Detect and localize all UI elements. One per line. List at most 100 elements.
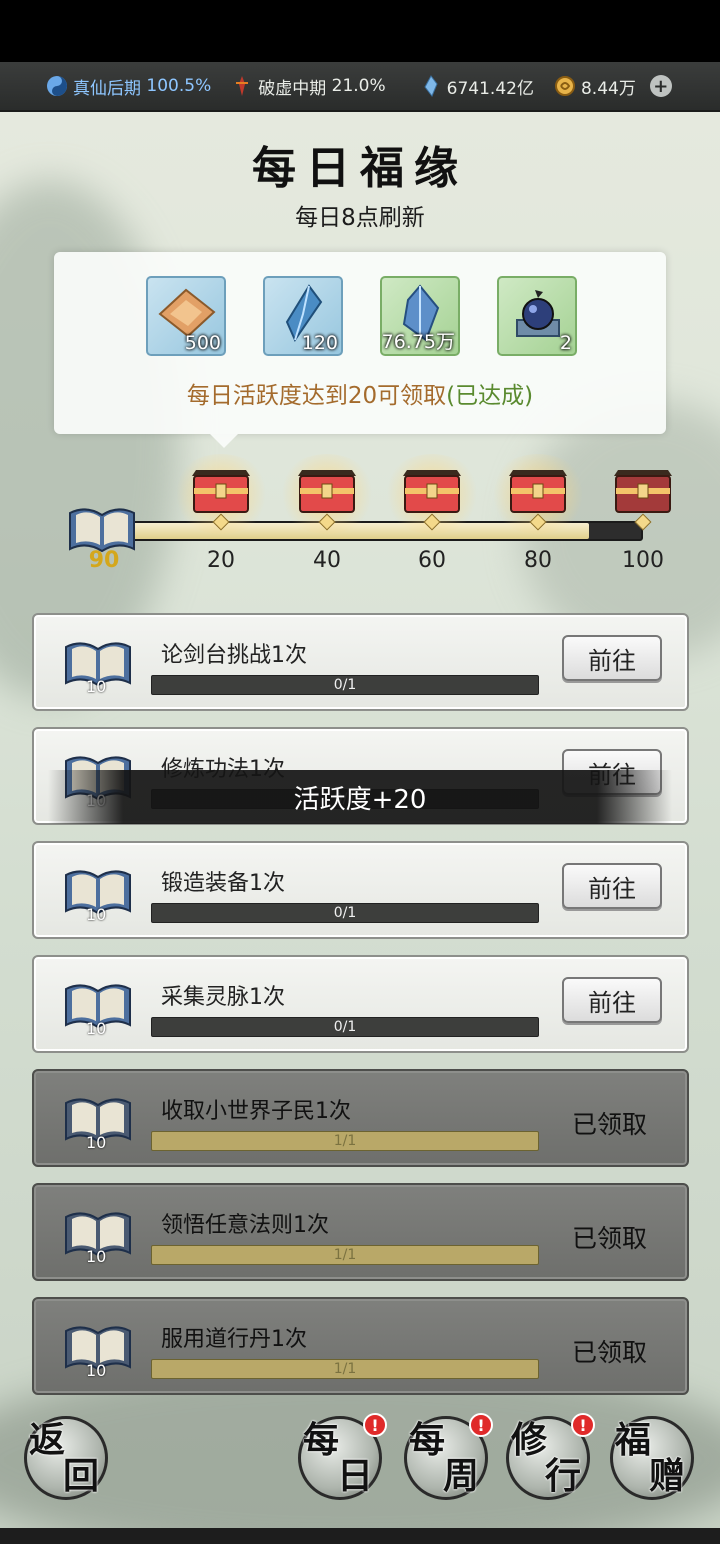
practice-char-1: 修 xyxy=(511,1419,548,1461)
page-title: 每日福缘 xyxy=(252,143,468,194)
task-points: 10 xyxy=(86,1133,107,1152)
task-row: 10 领悟任意法则1次 1/1 已领取 xyxy=(32,1183,689,1281)
gold-amount: 8.44万 xyxy=(580,78,636,99)
task-points: 10 xyxy=(86,1361,107,1380)
task-go-button[interactable]: 前往 xyxy=(562,977,662,1023)
task-claimed-label: 已领取 xyxy=(572,1338,648,1367)
task-progress-bar: 0/1 xyxy=(151,903,539,923)
reward-count: 120 xyxy=(301,332,338,354)
gold-counter: 8.44万 xyxy=(554,74,636,99)
gift-char-1: 福 xyxy=(615,1419,652,1461)
task-name: 服用道行丹1次 xyxy=(161,1327,307,1352)
milestone-chest-40[interactable] xyxy=(294,466,360,518)
reward-condition-status: (已达成) xyxy=(446,383,534,409)
daily-fortune-screen: 真仙后期 100.5% 破虚中期 21.0% 6741.42亿 8.44万 + … xyxy=(0,0,720,1544)
task-progress-bar: 0/1 xyxy=(151,1017,539,1037)
task-row: 10 采集灵脉1次 0/1 前往 xyxy=(32,955,689,1053)
task-row: 10 服用道行丹1次 1/1 已领取 xyxy=(32,1297,689,1395)
back-char-2: 回 xyxy=(63,1455,100,1497)
tab-weekly[interactable]: 每 周 ! xyxy=(404,1413,493,1500)
reward-preview-panel: 500 120 276.75万 2 每日活跃度达到20可领取(已达成) xyxy=(54,252,666,448)
bottom-nav: 返 回 每 日 ! 每 周 ! 修 行 ! 福 赠 xyxy=(0,1400,720,1544)
task-progress-text: 0/1 xyxy=(333,905,357,921)
task-go-button[interactable]: 前往 xyxy=(562,635,662,681)
gift-char-2: 赠 xyxy=(649,1455,686,1497)
realm1-name: 真仙后期 xyxy=(73,78,141,99)
milestone-chest-60[interactable] xyxy=(399,466,465,518)
task-name: 领悟任意法则1次 xyxy=(161,1213,329,1238)
reward-item-cloth[interactable]: 500 xyxy=(146,276,226,356)
task-points: 10 xyxy=(86,905,107,924)
back-char-1: 返 xyxy=(29,1419,66,1461)
tab-daily[interactable]: 每 日 ! xyxy=(298,1413,387,1500)
milestone-chest-20[interactable] xyxy=(188,466,254,518)
realm-progress-secondary: 破虚中期 21.0% xyxy=(231,74,386,99)
practice-alert-badge: ! xyxy=(571,1413,595,1437)
weekly-char-1: 每 xyxy=(409,1419,446,1461)
task-name: 论剑台挑战1次 xyxy=(161,643,307,668)
milestone-chest-100[interactable] xyxy=(610,466,676,518)
refresh-note: 每日8点刷新 xyxy=(295,205,425,231)
reward-count: 2 xyxy=(559,332,572,354)
reward-item-spirit-crystal[interactable]: 276.75万 xyxy=(380,276,460,356)
practice-char-2: 行 xyxy=(545,1455,582,1497)
flame-sword-icon xyxy=(236,76,249,96)
milestone-label: 100 xyxy=(622,548,664,573)
milestone-chest-80[interactable] xyxy=(505,466,571,518)
reward-items: 500 120 276.75万 2 xyxy=(146,276,614,356)
task-progress-text: 1/1 xyxy=(333,1361,357,1377)
daily-char-2: 日 xyxy=(337,1455,374,1497)
task-points: 10 xyxy=(86,1019,107,1038)
activity-toast: 活跃度+20 xyxy=(48,770,672,824)
task-progress-text: 0/1 xyxy=(333,677,357,693)
add-currency-button[interactable]: + xyxy=(649,75,672,97)
task-name: 采集灵脉1次 xyxy=(161,985,285,1010)
reward-count: 276.75万 xyxy=(381,331,455,353)
realm-progress-primary: 真仙后期 100.5% xyxy=(46,74,211,99)
task-progress-text: 0/1 xyxy=(333,1019,357,1035)
realm1-percent: 100.5% xyxy=(146,76,212,96)
spirit-stone-counter: 6741.42亿 xyxy=(420,74,534,99)
realm2-name: 破虚中期 xyxy=(258,78,327,99)
back-button[interactable]: 返 回 xyxy=(24,1416,108,1500)
task-progress-bar: 1/1 xyxy=(151,1359,539,1379)
crystal-icon xyxy=(424,75,438,97)
bottom-edge xyxy=(0,1528,720,1544)
task-points: 10 xyxy=(86,677,107,696)
task-name: 锻造装备1次 xyxy=(161,871,285,896)
reward-count: 500 xyxy=(184,332,221,354)
reward-item-orb[interactable]: 2 xyxy=(497,276,577,356)
task-name: 收取小世界子民1次 xyxy=(161,1099,351,1124)
daily-char-1: 每 xyxy=(303,1419,340,1461)
task-claimed-label: 已领取 xyxy=(572,1110,648,1139)
gold-coin-icon xyxy=(554,76,575,96)
reward-condition-text: 每日活跃度达到20可领取 xyxy=(186,383,447,409)
milestone-label: 60 xyxy=(418,548,446,573)
milestone-label: 40 xyxy=(313,548,341,573)
task-progress-bar: 0/1 xyxy=(151,675,539,695)
task-go-button[interactable]: 前往 xyxy=(562,863,662,909)
task-progress-text: 1/1 xyxy=(333,1133,357,1149)
spirit-stone-amount: 6741.42亿 xyxy=(446,78,534,99)
daily-alert-badge: ! xyxy=(363,1413,387,1437)
realm2-percent: 21.0% xyxy=(331,76,386,96)
reward-condition: 每日活跃度达到20可领取(已达成) xyxy=(54,376,666,410)
task-row: 10 锻造装备1次 0/1 前往 xyxy=(32,841,689,939)
task-row: 10 收取小世界子民1次 1/1 已领取 xyxy=(32,1069,689,1167)
resource-bar: 真仙后期 100.5% 破虚中期 21.0% 6741.42亿 8.44万 + xyxy=(0,62,720,112)
task-progress-bar: 1/1 xyxy=(151,1131,539,1151)
task-row: 10 论剑台挑战1次 0/1 前往 xyxy=(32,613,689,711)
milestone-label: 80 xyxy=(524,548,552,573)
tab-practice[interactable]: 修 行 ! xyxy=(506,1413,595,1500)
task-points: 10 xyxy=(86,1247,107,1266)
weekly-alert-badge: ! xyxy=(469,1413,493,1437)
tab-gift[interactable]: 福 赠 xyxy=(610,1416,694,1500)
milestone-label: 20 xyxy=(207,548,235,573)
task-claimed-label: 已领取 xyxy=(572,1224,648,1253)
activity-current-value: 90 xyxy=(88,548,120,573)
yin-yang-icon xyxy=(47,76,67,96)
reward-item-blue-crystal[interactable]: 120 xyxy=(263,276,343,356)
weekly-char-2: 周 xyxy=(443,1455,480,1497)
task-progress-text: 1/1 xyxy=(333,1247,357,1263)
task-progress-bar: 1/1 xyxy=(151,1245,539,1265)
